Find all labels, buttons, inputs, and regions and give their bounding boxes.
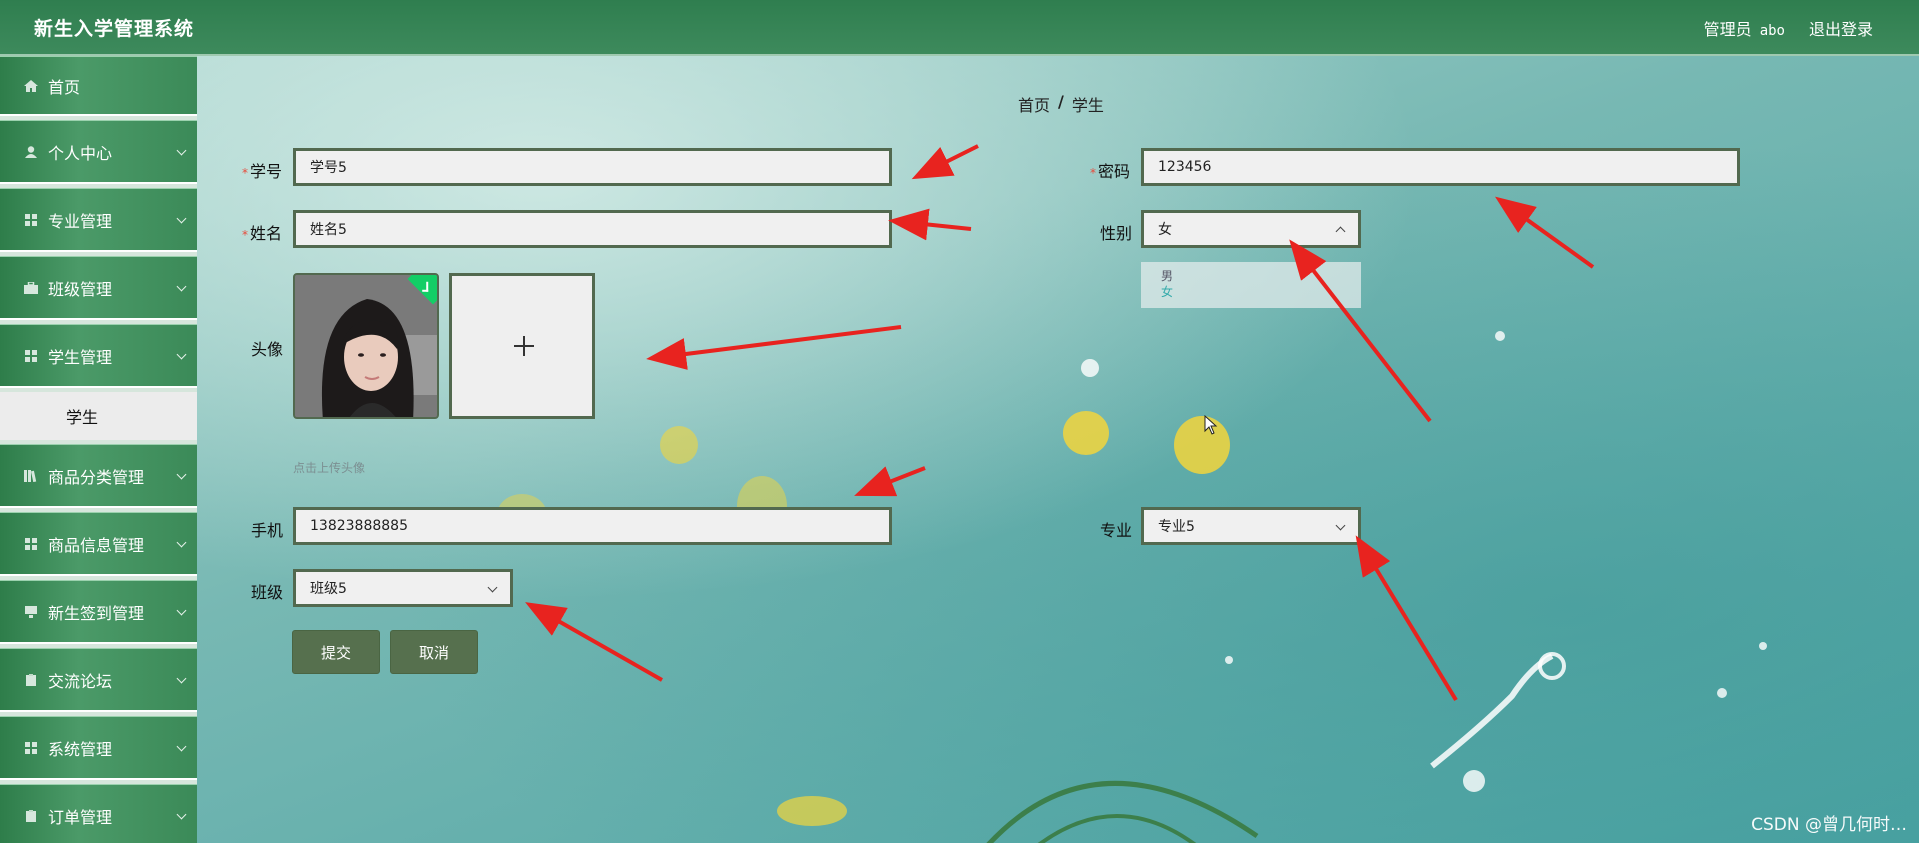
- annotation-arrow: [888, 208, 972, 241]
- annotation-arrow: [911, 144, 979, 180]
- annotation-arrow: [1289, 239, 1432, 423]
- annotation-arrow: [1355, 535, 1458, 702]
- annotation-arrow: [525, 602, 663, 682]
- annotation-arrow: [1495, 196, 1595, 269]
- watermark: CSDN @曾几何时…: [1751, 815, 1907, 835]
- annotation-arrows-overlay: [525, 144, 1595, 702]
- mouse-cursor-icon: [1204, 415, 1218, 435]
- annotation-arrow: [854, 466, 926, 497]
- annotation-arrow: [646, 325, 902, 370]
